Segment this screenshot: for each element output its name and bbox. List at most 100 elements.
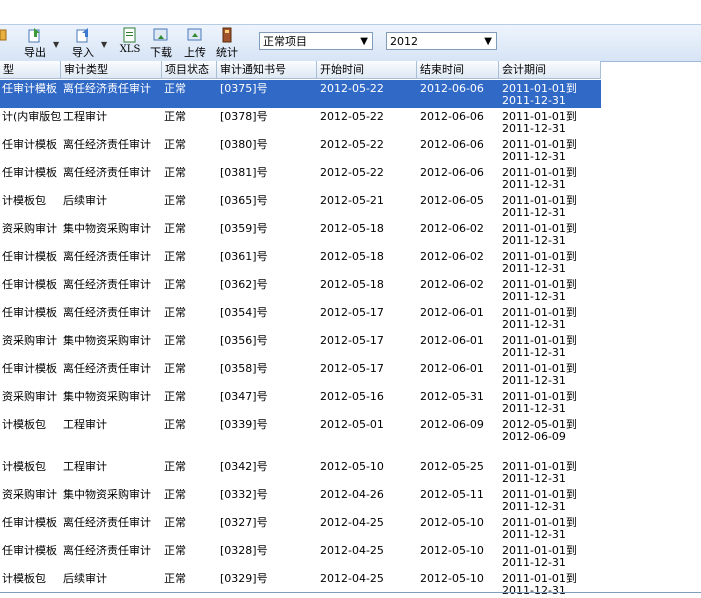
table-row[interactable]: 计模板包 后续审计 正常 [0365]号 2012-05-21 2012-06-05 201… <box>0 192 601 220</box>
cell-notice-no: [0328]号 <box>220 545 268 557</box>
table-row[interactable]: 资采购审计 集中物资采购审计 正常 [0359]号 2012-05-18 2012-06-… <box>0 220 601 248</box>
year-value: 2012 <box>390 35 418 48</box>
cell-end-date: 2012-06-06 <box>420 139 484 151</box>
cell-start-date: 2012-05-22 <box>320 83 384 95</box>
cell-end-date: 2012-05-10 <box>420 517 484 529</box>
table-row[interactable]: 资采购审计 集中物资采购审计 正常 [0332]号 2012-04-26 2012-05-… <box>0 486 601 514</box>
column-header-audit-type[interactable]: 审计类型 <box>61 61 162 78</box>
cell-end-date: 2012-06-06 <box>420 167 484 179</box>
period-end: 2011-12-31 <box>502 584 566 597</box>
cell-status: 正常 <box>164 517 186 529</box>
export-button[interactable]: 导出 <box>20 27 50 59</box>
upload-button[interactable]: 上传 <box>181 27 209 59</box>
cell-start-date: 2012-05-18 <box>320 251 384 263</box>
generic-icon <box>0 29 7 41</box>
cell-end-date: 2012-06-09 <box>420 419 484 431</box>
cell-template: 计(内审版包 <box>2 111 62 123</box>
cell-template: 任审计模板 <box>2 251 57 263</box>
cell-end-date: 2012-05-25 <box>420 461 484 473</box>
cell-audit-type: 集中物资采购审计 <box>63 391 151 403</box>
period-end: 2011-12-31 <box>502 346 566 359</box>
table-row[interactable]: 计(内审版包 工程审计 正常 [0378]号 2012-05-22 2012-06-06 2… <box>0 108 601 136</box>
cell-accounting-period: 2011-01-01到 2011-12-31 <box>500 545 602 569</box>
cell-status: 正常 <box>164 573 186 585</box>
table-row[interactable]: 任审计模板 离任经济责任审计 正常 [0362]号 2012-05-18 2012-06-… <box>0 276 601 304</box>
toolbar: 导出 ▼ 导入 ▼ XLS 下载 上传 统计 正常项目 ▼ 2012 ▼ <box>0 24 701 62</box>
cell-end-date: 2012-06-01 <box>420 363 484 375</box>
table-row[interactable]: 任审计模板 离任经济责任审计 正常 [0361]号 2012-05-18 2012-06-… <box>0 248 601 276</box>
cell-template: 资采购审计 <box>2 223 57 235</box>
period-end: 2011-12-31 <box>502 178 566 191</box>
column-header-start-date[interactable]: 开始时间 <box>317 61 417 78</box>
table-row[interactable]: 任审计模板 离任经济责任审计 正常 [0327]号 2012-04-25 2012-05-… <box>0 514 601 542</box>
period-end: 2011-12-31 <box>502 528 566 541</box>
cell-end-date: 2012-05-31 <box>420 391 484 403</box>
cell-accounting-period: 2011-01-01到 2011-12-31 <box>500 573 602 597</box>
table-row[interactable]: 任审计模板 离任经济责任审计 正常 [0381]号 2012-05-22 2012-06-… <box>0 164 601 192</box>
project-status-select[interactable]: 正常项目 ▼ <box>259 32 373 50</box>
table-row[interactable]: 任审计模板 离任经济责任审计 正常 [0358]号 2012-05-17 2012-06-… <box>0 360 601 388</box>
year-select[interactable]: 2012 ▼ <box>386 32 497 50</box>
table-row[interactable]: 任审计模板 离任经济责任审计 正常 [0328]号 2012-04-25 2012-05-… <box>0 542 601 570</box>
cell-notice-no: [0339]号 <box>220 419 268 431</box>
statistics-button[interactable]: 统计 <box>213 27 241 59</box>
period-end: 2011-12-31 <box>502 500 566 513</box>
download-button[interactable]: 下载 <box>148 27 174 59</box>
cell-notice-no: [0365]号 <box>220 195 268 207</box>
import-button[interactable]: 导入 <box>68 27 98 59</box>
export-dropdown-arrow[interactable]: ▼ <box>53 40 59 49</box>
cell-end-date: 2012-06-02 <box>420 223 484 235</box>
cell-start-date: 2012-05-21 <box>320 195 384 207</box>
cell-notice-no: [0327]号 <box>220 517 268 529</box>
xls-icon <box>123 27 136 43</box>
cell-notice-no: [0329]号 <box>220 573 268 585</box>
cell-template: 计模板包 <box>2 419 46 431</box>
import-dropdown-arrow[interactable]: ▼ <box>101 40 107 49</box>
cell-accounting-period: 2011-01-01到 2011-12-31 <box>500 335 602 359</box>
column-header-accounting-period[interactable]: 会计期间 <box>499 61 601 78</box>
table-row[interactable]: 任审计模板 离任经济责任审计 正常 [0354]号 2012-05-17 2012-06-… <box>0 304 601 332</box>
cell-accounting-period: 2011-01-01到 2011-12-31 <box>500 83 602 107</box>
cell-template: 任审计模板 <box>2 307 57 319</box>
table-row[interactable]: 任审计模板 离任经济责任审计 正常 [0375]号 2012-05-22 2012-06-… <box>0 80 601 108</box>
cell-start-date: 2012-04-25 <box>320 545 384 557</box>
table-row[interactable]: 任审计模板 离任经济责任审计 正常 [0380]号 2012-05-22 2012-06-… <box>0 136 601 164</box>
column-header-template[interactable]: 型 <box>0 61 61 78</box>
column-header-status[interactable]: 项目状态 <box>162 61 217 78</box>
cell-start-date: 2012-05-17 <box>320 363 384 375</box>
column-header-end-date[interactable]: 结束时间 <box>417 61 499 78</box>
cell-audit-type: 离任经济责任审计 <box>63 517 151 529</box>
cell-start-date: 2012-04-26 <box>320 489 384 501</box>
cell-accounting-period: 2011-01-01到 2011-12-31 <box>500 391 602 415</box>
upload-icon <box>187 28 202 41</box>
cell-start-date: 2012-04-25 <box>320 517 384 529</box>
cell-notice-no: [0362]号 <box>220 279 268 291</box>
cell-template: 任审计模板 <box>2 363 57 375</box>
download-icon <box>153 28 168 41</box>
table-row[interactable]: 计模板包 后续审计 正常 [0329]号 2012-04-25 2012-05-10 201… <box>0 570 601 598</box>
cell-end-date: 2012-06-06 <box>420 111 484 123</box>
cell-end-date: 2012-06-02 <box>420 279 484 291</box>
table-row[interactable]: 计模板包 工程审计 正常 [0339]号 2012-05-01 2012-06-09 201… <box>0 416 601 444</box>
cell-end-date: 2012-06-01 <box>420 307 484 319</box>
table-row[interactable]: 资采购审计 集中物资采购审计 正常 [0356]号 2012-05-17 2012-06-… <box>0 332 601 360</box>
toolbar-button-0[interactable] <box>0 27 8 59</box>
cell-notice-no: [0347]号 <box>220 391 268 403</box>
cell-accounting-period: 2011-01-01到 2011-12-31 <box>500 139 602 163</box>
period-end: 2011-12-31 <box>502 556 566 569</box>
column-header-notice-no[interactable]: 审计通知书号 <box>217 61 317 78</box>
cell-template: 计模板包 <box>2 573 46 585</box>
cell-accounting-period: 2011-01-01到 2011-12-31 <box>500 195 602 219</box>
cell-notice-no: [0356]号 <box>220 335 268 347</box>
cell-status: 正常 <box>164 391 186 403</box>
cell-status: 正常 <box>164 419 186 431</box>
cell-audit-type: 后续审计 <box>63 195 107 207</box>
project-status-value: 正常项目 <box>263 35 307 48</box>
cell-template: 计模板包 <box>2 461 46 473</box>
xls-button[interactable]: XLS <box>115 27 145 59</box>
period-end: 2011-12-31 <box>502 374 566 387</box>
table-row[interactable]: 计模板包 工程审计 正常 [0342]号 2012-05-10 2012-05-25 201… <box>0 458 601 486</box>
cell-status: 正常 <box>164 335 186 347</box>
cell-accounting-period: 2011-01-01到 2011-12-31 <box>500 517 602 541</box>
table-row[interactable]: 资采购审计 集中物资采购审计 正常 [0347]号 2012-05-16 2012-05-… <box>0 388 601 416</box>
